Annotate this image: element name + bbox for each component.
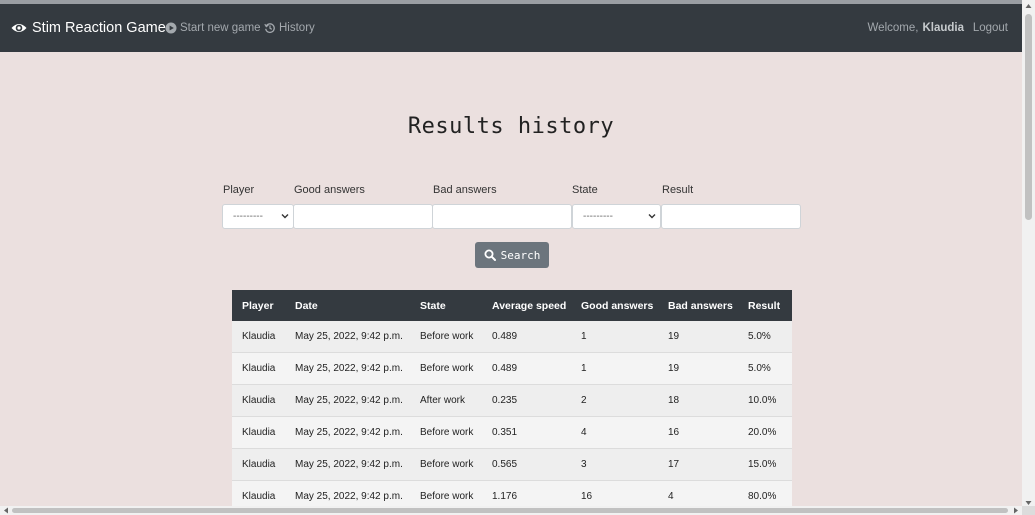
cell-result: 15.0% xyxy=(748,459,777,470)
column-header-date[interactable]: Date xyxy=(295,290,318,321)
cell-player: Klaudia xyxy=(242,363,276,374)
cell-good-answers: 1 xyxy=(581,331,587,342)
cell-bad-answers: 17 xyxy=(668,459,680,470)
chevron-down-icon xyxy=(281,214,289,219)
result-filter-label: Result xyxy=(662,184,694,196)
column-header-bad-answers[interactable]: Bad answers xyxy=(668,290,733,321)
cell-state: Before work xyxy=(420,459,474,470)
username: Klaudia xyxy=(922,22,964,34)
table-row: Klaudia May 25, 2022, 9:42 p.m. Before w… xyxy=(232,449,792,481)
cell-date: May 25, 2022, 9:42 p.m. xyxy=(295,427,403,438)
bad-answers-input[interactable] xyxy=(432,204,572,229)
search-icon xyxy=(484,249,496,261)
state-select-value: --------- xyxy=(583,211,613,222)
cell-player: Klaudia xyxy=(242,395,276,406)
cell-average-speed: 0.565 xyxy=(492,459,518,470)
vertical-scrollbar[interactable] xyxy=(1022,0,1035,515)
nav-history[interactable]: History xyxy=(264,4,315,52)
player-select[interactable]: --------- xyxy=(222,204,294,229)
column-header-average-speed[interactable]: Average speed xyxy=(492,290,566,321)
bad-answers-filter-label: Bad answers xyxy=(433,184,497,196)
cell-date: May 25, 2022, 9:42 p.m. xyxy=(295,363,403,374)
table-row: Klaudia May 25, 2022, 9:42 p.m. After wo… xyxy=(232,385,792,417)
cell-bad-answers: 19 xyxy=(668,363,680,374)
cell-bad-answers: 19 xyxy=(668,331,680,342)
cell-state: Before work xyxy=(420,363,474,374)
cell-result: 10.0% xyxy=(748,395,777,406)
cell-average-speed: 0.489 xyxy=(492,363,518,374)
cell-bad-answers: 16 xyxy=(668,427,680,438)
scroll-left-arrow-icon[interactable] xyxy=(3,507,9,514)
cell-good-answers: 2 xyxy=(581,395,587,406)
cell-good-answers: 1 xyxy=(581,363,587,374)
history-icon xyxy=(264,23,275,33)
vertical-scrollbar-thumb[interactable] xyxy=(1025,14,1032,220)
cell-good-answers: 3 xyxy=(581,459,587,470)
state-filter-label: State xyxy=(572,184,598,196)
cell-result: 5.0% xyxy=(748,331,771,342)
cell-bad-answers: 18 xyxy=(668,395,680,406)
player-select-value: --------- xyxy=(233,211,263,222)
horizontal-scrollbar[interactable] xyxy=(0,506,1022,515)
nav-start-new-game[interactable]: Start new game xyxy=(165,4,261,52)
column-header-good-answers[interactable]: Good answers xyxy=(581,290,653,321)
cell-date: May 25, 2022, 9:42 p.m. xyxy=(295,395,403,406)
cell-date: May 25, 2022, 9:42 p.m. xyxy=(295,331,403,342)
horizontal-scrollbar-thumb[interactable] xyxy=(12,508,1008,513)
cell-date: May 25, 2022, 9:42 p.m. xyxy=(295,459,403,470)
brand-label: Stim Reaction Game xyxy=(32,20,166,36)
nav-start-label: Start new game xyxy=(180,22,261,34)
logout-link[interactable]: Logout xyxy=(973,4,1008,52)
cell-average-speed: 0.351 xyxy=(492,427,518,438)
chevron-down-icon xyxy=(648,214,656,219)
scroll-up-arrow-icon[interactable] xyxy=(1025,3,1032,9)
cell-player: Klaudia xyxy=(242,331,276,342)
column-header-state[interactable]: State xyxy=(420,290,446,321)
play-circle-icon xyxy=(165,22,177,34)
cell-result: 20.0% xyxy=(748,427,777,438)
result-input[interactable] xyxy=(661,204,801,229)
search-button-label: Search xyxy=(500,248,541,262)
cell-average-speed: 0.489 xyxy=(492,331,518,342)
table-row: Klaudia May 25, 2022, 9:42 p.m. Before w… xyxy=(232,417,792,449)
nav-history-label: History xyxy=(279,22,315,34)
cell-good-answers: 4 xyxy=(581,427,587,438)
results-table: Player Date State Average speed Good ans… xyxy=(232,290,792,513)
search-button[interactable]: Search xyxy=(475,242,549,268)
page-title: Results history xyxy=(407,114,615,139)
good-answers-input[interactable] xyxy=(293,204,433,229)
table-header-row: Player Date State Average speed Good ans… xyxy=(232,290,792,321)
column-header-result[interactable]: Result xyxy=(748,290,780,321)
scroll-right-arrow-icon[interactable] xyxy=(1013,507,1019,514)
scrollbar-corner xyxy=(1022,506,1035,515)
cell-player: Klaudia xyxy=(242,427,276,438)
navbar: Stim Reaction Game Start new game Histor… xyxy=(0,4,1022,52)
cell-average-speed: 0.235 xyxy=(492,395,518,406)
player-filter-label: Player xyxy=(223,184,255,196)
column-header-player[interactable]: Player xyxy=(242,290,274,321)
good-answers-filter-label: Good answers xyxy=(294,184,365,196)
state-select[interactable]: --------- xyxy=(572,204,661,229)
welcome-text: Welcome, Klaudia xyxy=(868,4,964,52)
cell-result: 5.0% xyxy=(748,363,771,374)
brand-link[interactable]: Stim Reaction Game xyxy=(11,4,166,52)
cell-state: Before work xyxy=(420,427,474,438)
table-row: Klaudia May 25, 2022, 9:42 p.m. Before w… xyxy=(232,321,792,353)
cell-player: Klaudia xyxy=(242,459,276,470)
cell-state: After work xyxy=(420,395,466,406)
cell-state: Before work xyxy=(420,331,474,342)
welcome-prefix: Welcome, xyxy=(867,22,919,34)
table-row: Klaudia May 25, 2022, 9:42 p.m. Before w… xyxy=(232,353,792,385)
eye-icon xyxy=(11,20,27,36)
